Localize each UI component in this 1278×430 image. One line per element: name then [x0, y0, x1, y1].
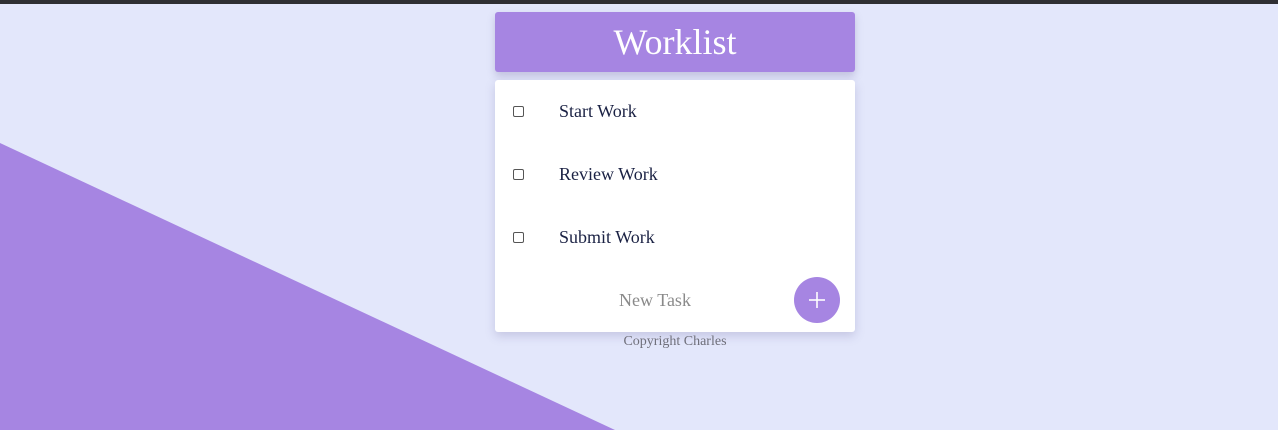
add-task-button[interactable] [794, 277, 840, 323]
plus-icon [809, 292, 825, 308]
task-label: Review Work [559, 163, 658, 184]
task-item-submit-work: Submit Work [495, 217, 855, 257]
task-label: Submit Work [559, 226, 655, 247]
page-title: Worklist [613, 22, 737, 62]
copyright-text: Copyright Charles [623, 334, 727, 349]
new-task-form [495, 275, 855, 325]
task-checkbox[interactable] [513, 105, 524, 117]
header-banner: Worklist [495, 12, 855, 72]
task-item-review-work: Review Work [495, 154, 855, 194]
new-task-input[interactable] [565, 283, 745, 317]
task-checkbox[interactable] [513, 231, 524, 243]
task-checkbox[interactable] [513, 168, 524, 180]
task-label: Start Work [559, 100, 637, 121]
task-item-start-work: Start Work [495, 91, 855, 131]
todo-list-card: Start Work Review Work Submit Work [495, 80, 855, 332]
